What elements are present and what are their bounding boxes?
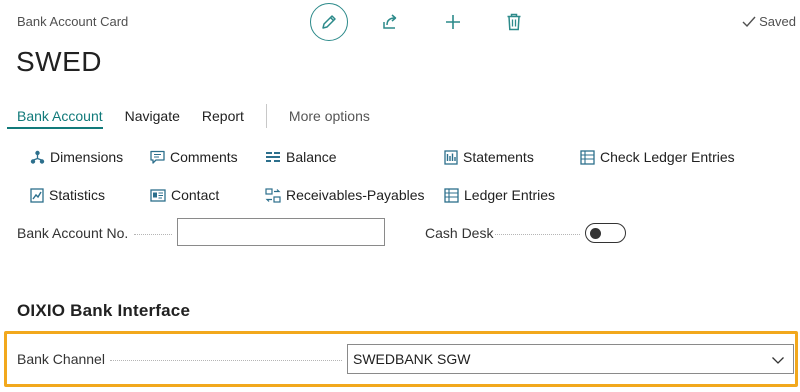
check-ledger-entries-action[interactable]: Check Ledger Entries xyxy=(580,149,735,165)
statements-icon xyxy=(444,149,458,165)
field-leader-dots xyxy=(110,360,342,361)
dimensions-label: Dimensions xyxy=(50,149,124,165)
statistics-action[interactable]: Statistics xyxy=(30,187,105,203)
save-status: Saved xyxy=(742,14,796,29)
receivables-payables-icon xyxy=(265,187,281,203)
pencil-icon xyxy=(322,15,336,29)
dimensions-icon xyxy=(30,150,45,164)
saved-label: Saved xyxy=(759,14,796,29)
share-icon xyxy=(383,14,397,29)
bank-channel-select[interactable]: SWEDBANK SGW xyxy=(347,344,794,374)
action-bar-tabs: Bank Account Navigate Report More option… xyxy=(7,102,392,130)
balance-label: Balance xyxy=(286,149,337,165)
new-button[interactable] xyxy=(439,8,467,36)
tab-divider xyxy=(265,104,267,128)
dimensions-action[interactable]: Dimensions xyxy=(30,149,123,165)
contact-label: Contact xyxy=(171,187,220,203)
field-leader-dots xyxy=(134,234,172,235)
ledger-entries-action[interactable]: Ledger Entries xyxy=(444,187,555,203)
page-title: SWED xyxy=(16,46,102,77)
tab-bank-account[interactable]: Bank Account xyxy=(7,102,103,129)
checkmark-icon xyxy=(742,16,756,27)
delete-button[interactable] xyxy=(500,8,528,36)
section-title: OIXIO Bank Interface xyxy=(17,301,191,320)
ledger-entries-label: Ledger Entries xyxy=(464,187,556,203)
edit-button[interactable] xyxy=(310,3,348,41)
comments-label: Comments xyxy=(170,149,238,165)
cash-desk-label: Cash Desk xyxy=(425,225,494,241)
bank-channel-label: Bank Channel xyxy=(17,351,105,367)
page-caption: Bank Account Card xyxy=(17,14,129,29)
check-ledger-entries-label: Check Ledger Entries xyxy=(600,149,735,165)
contact-action[interactable]: Contact xyxy=(150,187,219,203)
toggle-knob xyxy=(590,227,601,239)
trash-icon xyxy=(507,13,521,31)
field-leader-dots xyxy=(495,234,580,235)
plus-icon xyxy=(446,15,460,29)
contact-card-icon xyxy=(150,188,166,202)
balance-icon xyxy=(266,152,280,162)
tab-navigate[interactable]: Navigate xyxy=(125,102,180,124)
balance-action[interactable]: Balance xyxy=(265,149,337,165)
receivables-payables-label: Receivables-Payables xyxy=(286,187,425,203)
bank-channel-value: SWEDBANK SGW xyxy=(353,351,471,367)
tab-more-options[interactable]: More options xyxy=(289,102,370,124)
share-button[interactable] xyxy=(376,8,404,36)
receivables-payables-action[interactable]: Receivables-Payables xyxy=(265,187,425,203)
comments-action[interactable]: Comments xyxy=(150,149,238,165)
chevron-down-icon xyxy=(772,357,784,364)
statistics-label: Statistics xyxy=(49,187,106,203)
statements-label: Statements xyxy=(463,149,534,165)
bank-account-no-input[interactable] xyxy=(177,218,385,246)
bank-account-no-label: Bank Account No. xyxy=(17,225,129,241)
statistics-icon xyxy=(30,187,44,203)
tab-report[interactable]: Report xyxy=(202,102,244,124)
ledger-entries-icon xyxy=(444,187,459,203)
statements-action[interactable]: Statements xyxy=(444,149,534,165)
comment-icon xyxy=(150,150,165,164)
ledger-check-icon xyxy=(580,149,595,165)
cash-desk-toggle[interactable] xyxy=(585,223,626,243)
